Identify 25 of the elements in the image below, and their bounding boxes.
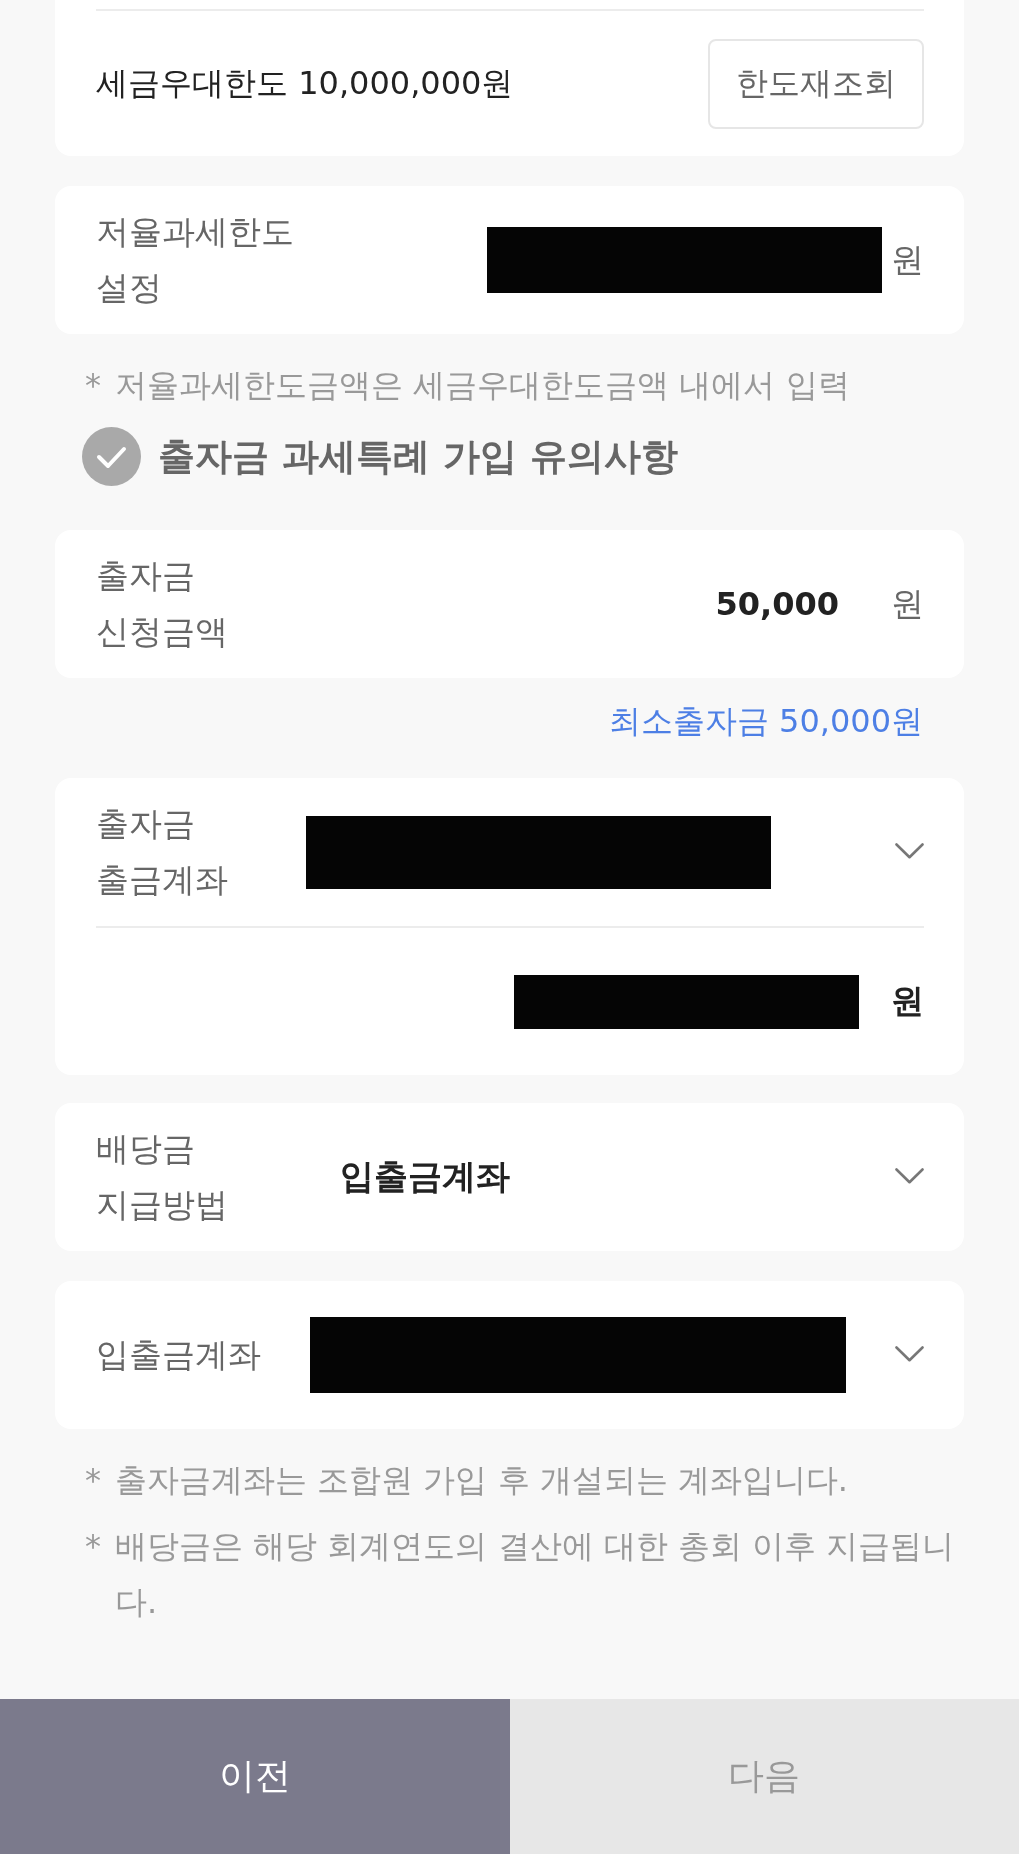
unit-label: 원: [891, 980, 924, 1022]
note-text: 저율과세한도금액은 세금우대한도금액 내에서 입력: [115, 365, 851, 406]
amount-input[interactable]: 50,000: [715, 585, 839, 623]
chevron-down-icon[interactable]: [895, 842, 924, 859]
note-text: 출자금계좌는 조합원 가입 후 개설되는 계좌입니다.: [115, 1460, 850, 1501]
tax-limit-text: 세금우대한도 10,000,000원: [96, 62, 514, 104]
field-label: 출자금 출금계좌: [96, 803, 229, 901]
limit-recheck-button[interactable]: 한도재조회: [708, 38, 924, 129]
field-label: 배당금 지급방법: [96, 1128, 229, 1226]
chevron-down-icon[interactable]: [895, 1345, 924, 1362]
chevron-down-icon[interactable]: [895, 1167, 924, 1184]
note-marker: *: [85, 365, 101, 406]
note-marker: *: [85, 1526, 101, 1567]
unit-label: 원: [891, 582, 924, 625]
agreement-title[interactable]: 출자금 과세특례 가입 유의사항: [158, 431, 678, 482]
field-label: 입출금계좌: [96, 1334, 262, 1376]
selected-value[interactable]: 입출금계좌: [340, 1154, 510, 1200]
check-circle-icon[interactable]: [82, 427, 141, 486]
unit-label: 원: [891, 238, 924, 281]
previous-button[interactable]: 이전: [0, 1699, 510, 1854]
field-label: 출자금 신청금액: [96, 555, 229, 653]
note-text: 배당금은 해당 회계연도의 결산에 대한 총회 이후 지급됩니다.: [115, 1526, 956, 1623]
minimum-amount-hint: 최소출자금 50,000원: [608, 701, 923, 742]
note-marker: *: [85, 1460, 101, 1501]
field-label: 저율과세한도 설정: [96, 211, 295, 309]
